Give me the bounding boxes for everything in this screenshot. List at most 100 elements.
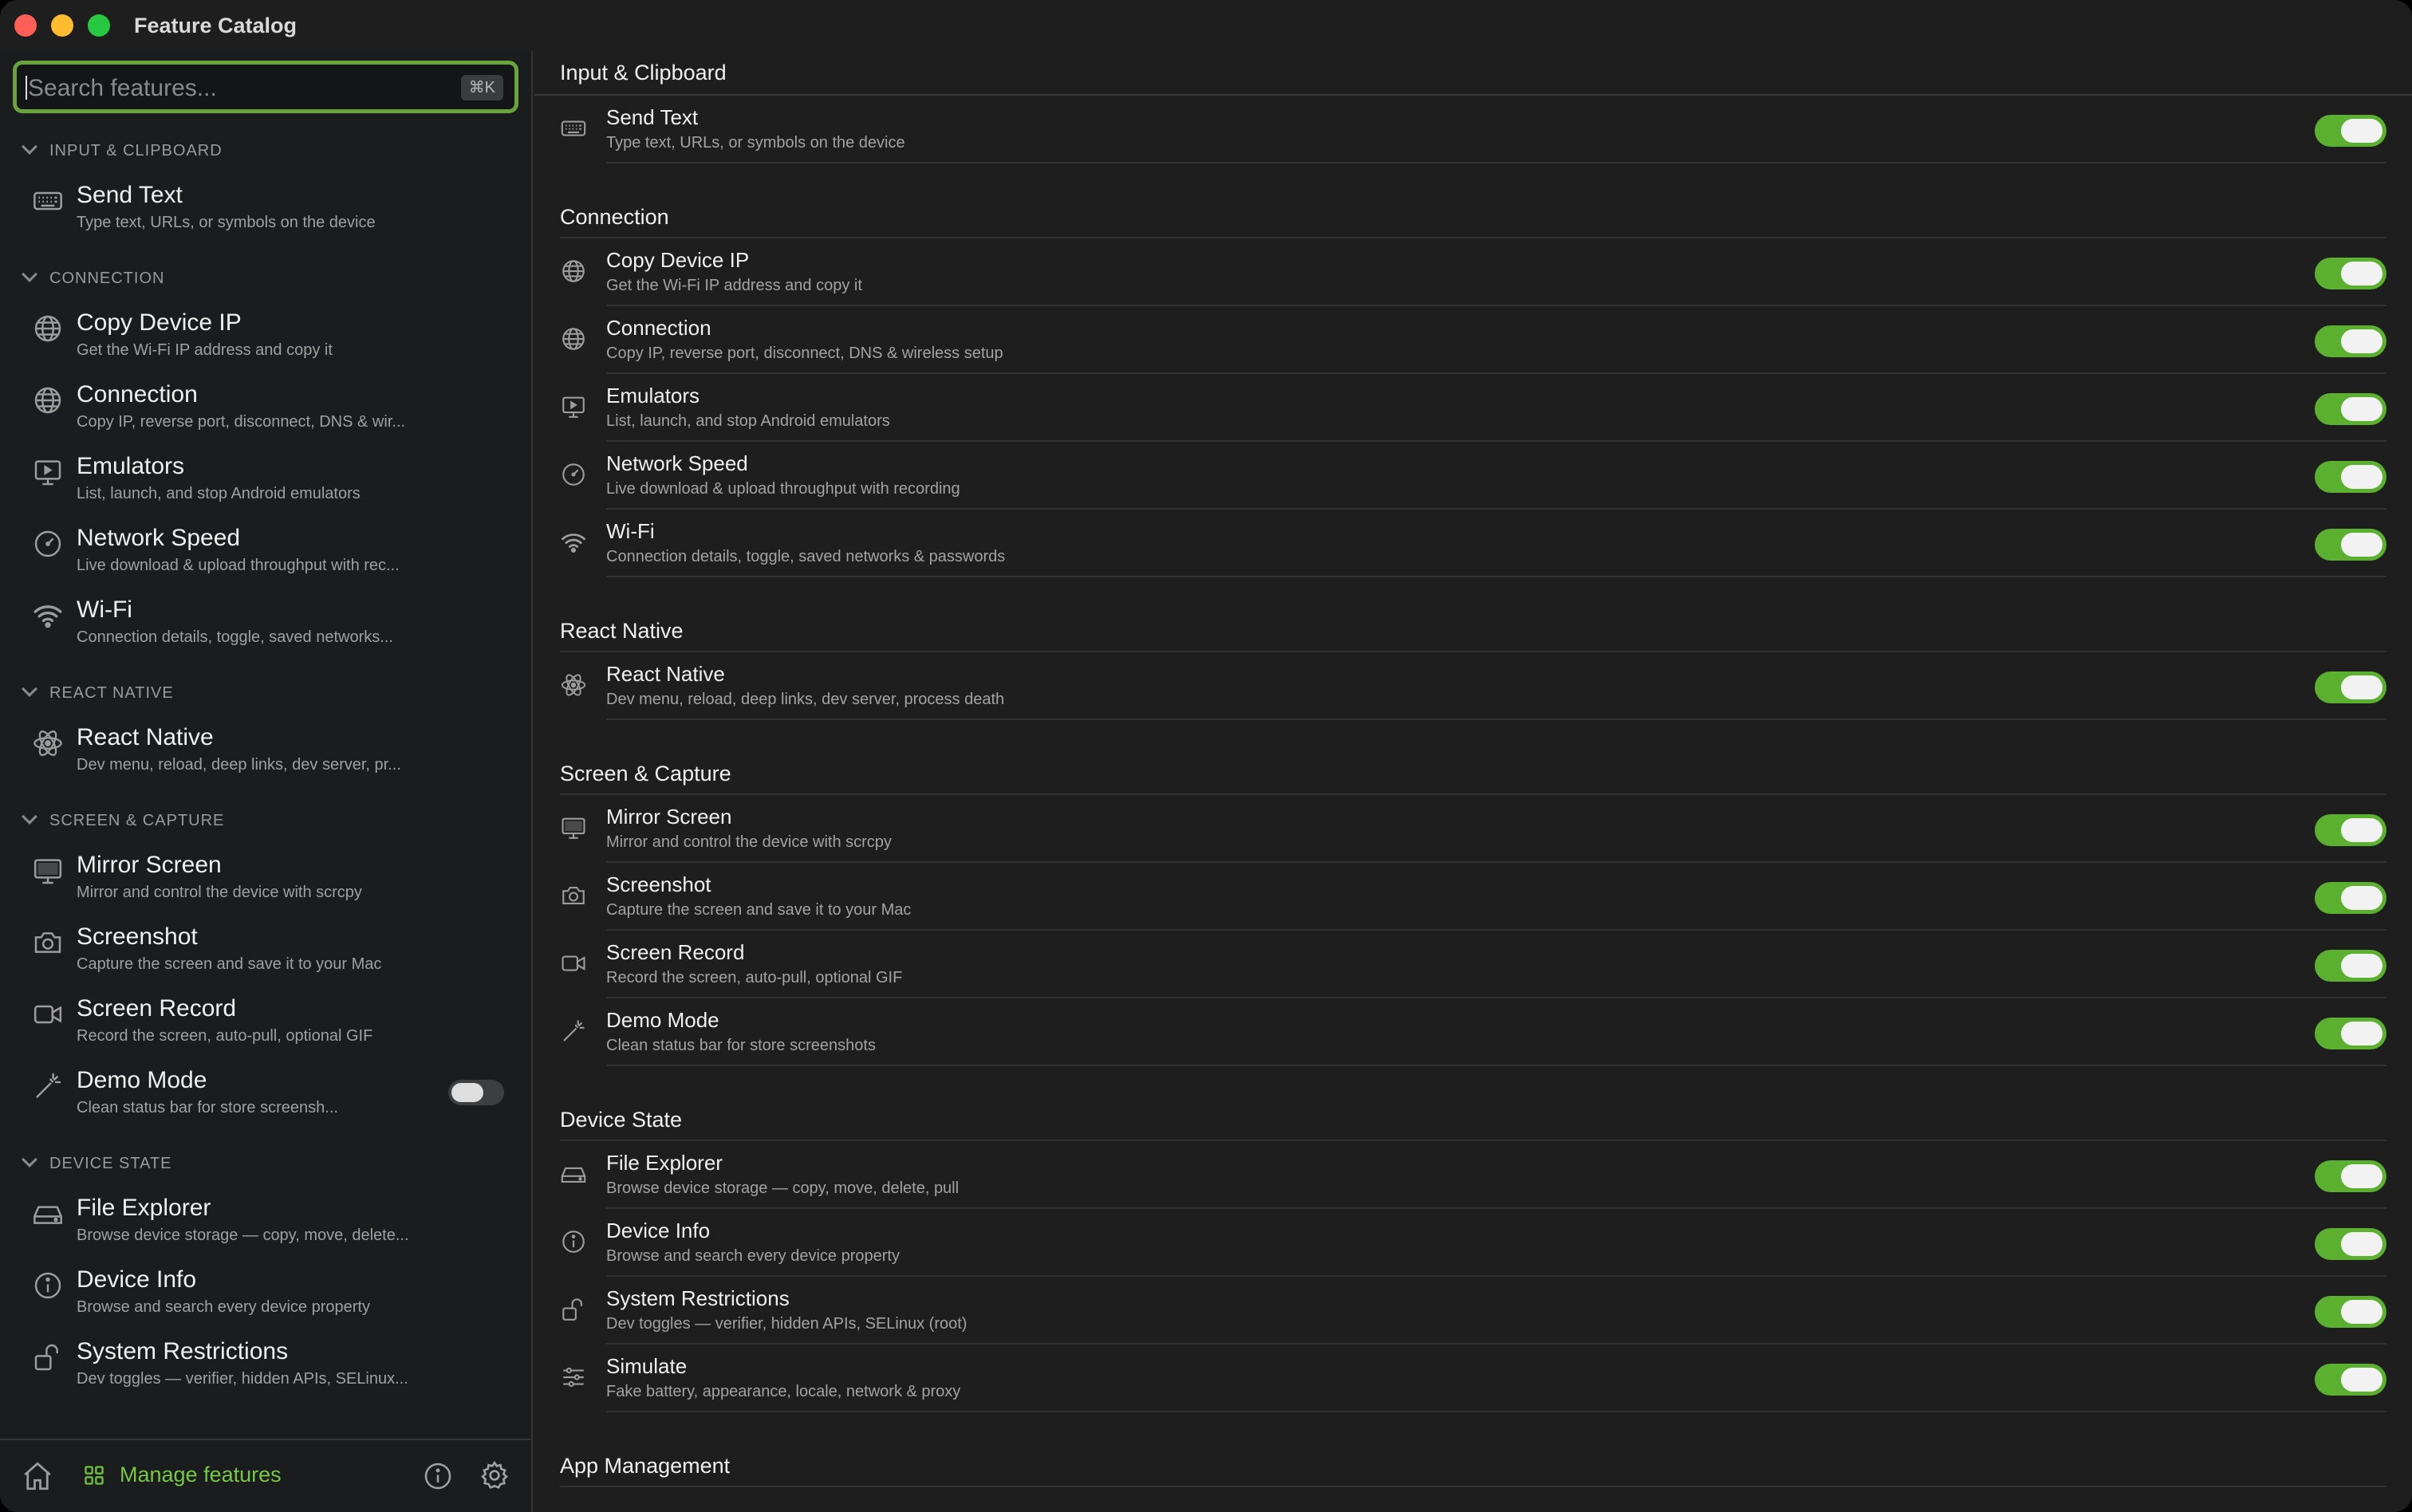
section-title: Input & Clipboard — [560, 61, 727, 85]
info-icon[interactable] — [423, 1461, 453, 1491]
section-header: Device State — [534, 1098, 2412, 1141]
feature-toggle[interactable] — [2315, 882, 2386, 914]
chevron-down-icon — [22, 681, 37, 697]
sidebar-item-wi-fi[interactable]: Wi-Fi Connection details, toggle, saved n… — [0, 589, 531, 660]
zoom-window-button[interactable] — [88, 14, 110, 37]
feature-title: File Explorer — [606, 1151, 723, 1175]
feature-title: System Restrictions — [606, 1286, 790, 1310]
section-header: React Native — [534, 609, 2412, 652]
section-header: App Management — [534, 1444, 2412, 1487]
sidebar-section-header[interactable]: CONNECTION — [0, 258, 531, 301]
feature-row-network-speed: Network Speed Live download & upload thro… — [534, 442, 2412, 510]
feature-description: Mirror and control the device with scrcp… — [606, 833, 892, 851]
sidebar-item-description: List, launch, and stop Android emulators — [77, 485, 361, 502]
sidebar-section-header[interactable]: REACT NATIVE — [0, 673, 531, 716]
sidebar-item-system-restrictions[interactable]: System Restrictions Dev toggles — verifie… — [0, 1330, 531, 1402]
sidebar-section-header[interactable]: INPUT & CLIPBOARD — [0, 131, 531, 174]
sidebar-section-header[interactable]: DEVICE STATE — [0, 1144, 531, 1187]
monitor-icon — [32, 855, 64, 887]
feature-toggle[interactable] — [2315, 1296, 2386, 1328]
globe-icon — [32, 384, 64, 416]
feature-description: Get the Wi-Fi IP address and copy it — [606, 277, 862, 294]
feature-toggle[interactable] — [2315, 393, 2386, 425]
feature-toggle[interactable] — [2315, 461, 2386, 493]
feature-title: Emulators — [606, 384, 700, 408]
sidebar-item-title: Screenshot — [77, 923, 198, 950]
feature-toggle[interactable] — [2315, 325, 2386, 357]
manage-features-button[interactable]: Manage features — [120, 1463, 282, 1487]
window-title: Feature Catalog — [134, 14, 298, 37]
sidebar-section-label: CONNECTION — [49, 270, 165, 287]
feature-title: Network Speed — [606, 451, 748, 475]
feature-row-simulate: Simulate Fake battery, appearance, locale… — [534, 1345, 2412, 1412]
wand-icon — [560, 1018, 587, 1045]
feature-toggle[interactable] — [2315, 671, 2386, 703]
feature-row-send-text: Send Text Type text, URLs, or symbols on … — [534, 96, 2412, 163]
section-title: Device State — [560, 1108, 683, 1132]
feature-title: React Native — [606, 662, 725, 686]
sidebar-item-description: Copy IP, reverse port, disconnect, DNS &… — [77, 413, 406, 431]
sidebar-item-copy-device-ip[interactable]: Copy Device IP Get the Wi-Fi IP address a… — [0, 301, 531, 373]
home-icon[interactable] — [21, 1459, 54, 1493]
sidebar-item-file-explorer[interactable]: File Explorer Browse device storage — cop… — [0, 1187, 531, 1258]
sidebar-item-mirror-screen[interactable]: Mirror Screen Mirror and control the devi… — [0, 844, 531, 915]
feature-toggle[interactable] — [2315, 1018, 2386, 1049]
sidebar-item-network-speed[interactable]: Network Speed Live download & upload thro… — [0, 517, 531, 589]
feature-toggle[interactable] — [2315, 1160, 2386, 1192]
feature-toggle[interactable] — [2315, 814, 2386, 846]
feature-title: Connection — [606, 316, 711, 340]
feature-description: List, launch, and stop Android emulators — [606, 412, 890, 430]
feature-toggle-off[interactable] — [448, 1080, 504, 1105]
section-header: Screen & Capture — [534, 752, 2412, 795]
minimize-window-button[interactable] — [51, 14, 73, 37]
sidebar-item-title: File Explorer — [77, 1195, 211, 1221]
feature-toggle[interactable] — [2315, 1364, 2386, 1396]
grid-icon[interactable] — [83, 1464, 105, 1486]
app-window: Feature Catalog Search features... ⌘K IN… — [0, 0, 2412, 1512]
unlock-icon — [560, 1296, 587, 1323]
sidebar-item-connection[interactable]: Connection Copy IP, reverse port, disconn… — [0, 373, 531, 445]
feature-toggle[interactable] — [2315, 258, 2386, 289]
search-shortcut-badge: ⌘K — [460, 75, 503, 100]
video-icon — [32, 998, 64, 1030]
feature-description: Capture the screen and save it to your M… — [606, 901, 912, 919]
drive-icon — [560, 1160, 587, 1187]
speedometer-icon — [32, 528, 64, 560]
sidebar-item-demo-mode[interactable]: Demo Mode Clean status bar for store scre… — [0, 1059, 531, 1131]
globe-icon — [560, 325, 587, 352]
sidebar-item-react-native[interactable]: React Native Dev menu, reload, deep links… — [0, 716, 531, 788]
feature-toggle[interactable] — [2315, 1228, 2386, 1260]
feature-title: Copy Device IP — [606, 248, 750, 272]
sidebar-item-title: React Native — [77, 724, 214, 750]
feature-toggle[interactable] — [2315, 115, 2386, 147]
feature-description: Dev toggles — verifier, hidden APIs, SEL… — [606, 1315, 968, 1333]
sidebar-item-description: Get the Wi-Fi IP address and copy it — [77, 341, 333, 359]
sidebar-item-device-info[interactable]: Device Info Browse and search every devic… — [0, 1258, 531, 1330]
sidebar-item-title: Screen Record — [77, 995, 237, 1022]
feature-title: Demo Mode — [606, 1008, 719, 1032]
feature-row-system-restrictions: System Restrictions Dev toggles — verifie… — [534, 1277, 2412, 1345]
globe-icon — [560, 258, 587, 285]
search-field[interactable]: Search features... ⌘K — [13, 61, 518, 113]
sidebar-item-description: Connection details, toggle, saved networ… — [77, 628, 393, 646]
feature-toggle[interactable] — [2315, 529, 2386, 561]
wand-icon — [32, 1070, 64, 1102]
sidebar-item-send-text[interactable]: Send Text Type text, URLs, or symbols on … — [0, 174, 531, 246]
feature-description: Copy IP, reverse port, disconnect, DNS &… — [606, 345, 1003, 362]
sidebar-item-screen-record[interactable]: Screen Record Record the screen, auto-pul… — [0, 987, 531, 1059]
sidebar-item-title: Copy Device IP — [77, 309, 242, 336]
sidebar-footer: Manage features — [0, 1439, 531, 1512]
feature-toggle[interactable] — [2315, 950, 2386, 982]
search-input[interactable]: Search features... — [28, 75, 217, 102]
gear-icon[interactable] — [479, 1459, 510, 1491]
feature-title: Device Info — [606, 1219, 711, 1242]
feature-description: Dev menu, reload, deep links, dev server… — [606, 691, 1005, 708]
sidebar-section-header[interactable]: SCREEN & CAPTURE — [0, 801, 531, 844]
sidebar-item-emulators[interactable]: Emulators List, launch, and stop Android … — [0, 445, 531, 517]
sidebar-item-screenshot[interactable]: Screenshot Capture the screen and save it… — [0, 915, 531, 987]
close-window-button[interactable] — [14, 14, 37, 37]
